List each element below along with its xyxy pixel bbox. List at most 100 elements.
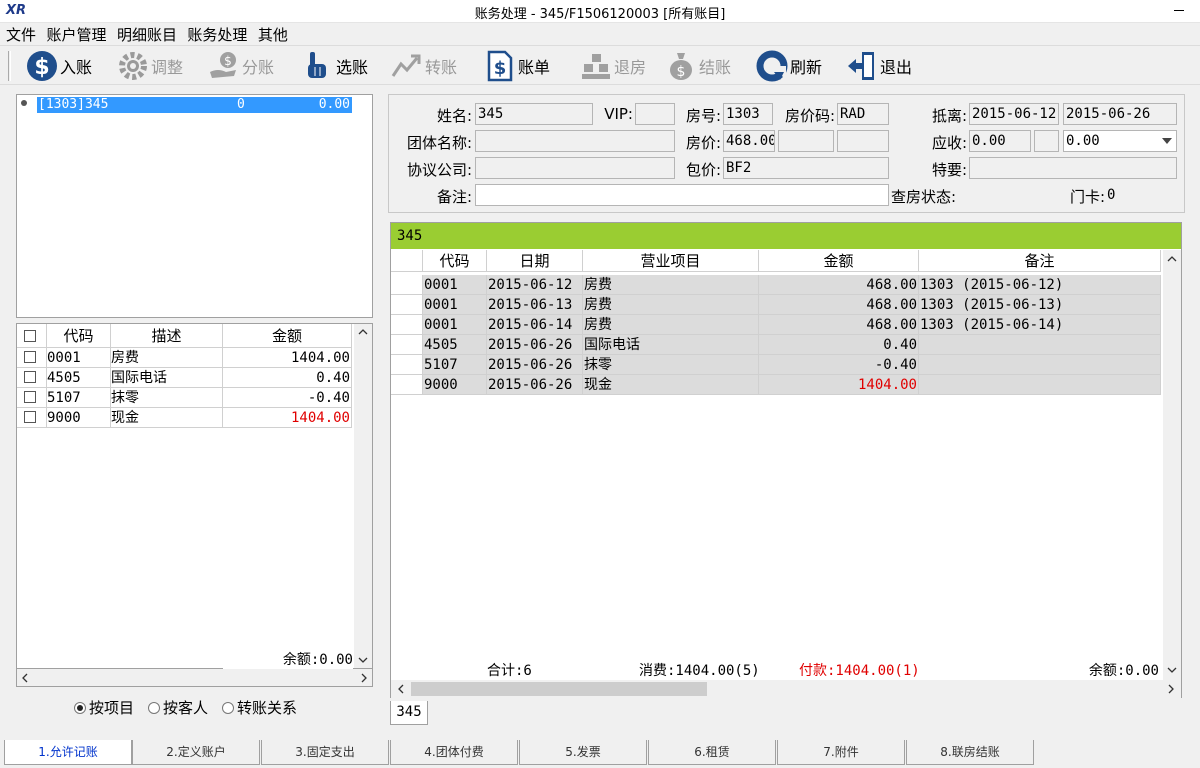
radio-by-item-dot[interactable] bbox=[74, 701, 86, 714]
tab-linked-room-settlement[interactable]: 8.联房结账 bbox=[906, 740, 1034, 765]
ledger-row-header[interactable] bbox=[391, 335, 423, 355]
account-tree[interactable]: [1303]345 0 0.00 bbox=[16, 94, 373, 318]
item-horizontal-scrollbar[interactable] bbox=[16, 669, 373, 687]
chevron-down-icon[interactable] bbox=[1162, 138, 1172, 144]
tab-invoice[interactable]: 5.发票 bbox=[519, 740, 647, 765]
item-vertical-scrollbar[interactable] bbox=[354, 324, 372, 668]
tab-rental[interactable]: 6.租赁 bbox=[648, 740, 776, 765]
vip-field[interactable] bbox=[635, 103, 675, 125]
tab-fixed-expenses[interactable]: 3.固定支出 bbox=[261, 740, 389, 765]
ledger-scroll-thumb[interactable] bbox=[411, 682, 707, 696]
ledger-row-header[interactable] bbox=[391, 315, 423, 335]
menu-detail-entries[interactable]: 明细账目 bbox=[111, 23, 177, 45]
adjust-button[interactable]: 调整 bbox=[117, 49, 183, 83]
ledger-consume: 消费:1404.00(5) bbox=[639, 663, 760, 679]
ledger-amount-header[interactable]: 金额 bbox=[759, 250, 919, 272]
scroll-left-icon[interactable] bbox=[21, 673, 29, 683]
rate-code-field[interactable]: RAD bbox=[837, 103, 889, 125]
radio-by-guest-dot[interactable] bbox=[148, 701, 161, 714]
ledger-horizontal-scrollbar[interactable] bbox=[391, 680, 1181, 698]
ledger-item-header[interactable]: 营业项目 bbox=[583, 250, 759, 272]
select-all-header[interactable] bbox=[17, 324, 47, 348]
price-extra-field-1[interactable] bbox=[778, 130, 834, 152]
menu-account-processing[interactable]: 账务处理 bbox=[181, 23, 247, 45]
scroll-left-icon[interactable] bbox=[397, 684, 405, 694]
depart-date-field[interactable]: 2015-06-26 bbox=[1063, 103, 1177, 125]
ledger-date-header[interactable]: 日期 bbox=[487, 250, 583, 272]
split-button[interactable]: $ 分账 bbox=[208, 49, 274, 83]
amount-header[interactable]: 金额 bbox=[223, 324, 352, 348]
scroll-right-icon[interactable] bbox=[1167, 684, 1175, 694]
exit-button[interactable]: 退出 bbox=[846, 49, 912, 83]
arrive-date-field[interactable]: 2015-06-12 bbox=[969, 103, 1059, 125]
ledger-row-code: 0001 bbox=[423, 275, 487, 295]
receivable-field[interactable]: 0.00 bbox=[969, 130, 1031, 152]
code-header[interactable]: 代码 bbox=[47, 324, 111, 348]
scroll-right-icon[interactable] bbox=[360, 673, 368, 683]
scroll-down-icon[interactable] bbox=[358, 656, 368, 664]
tab-define-accounts[interactable]: 2.定义账户 bbox=[132, 740, 260, 765]
ledger-row-header[interactable] bbox=[391, 375, 423, 395]
package-field[interactable]: BF2 bbox=[723, 157, 889, 179]
ledger-row-header[interactable] bbox=[391, 355, 423, 375]
ledger-row-header[interactable] bbox=[391, 275, 423, 295]
ledger-row-amount: 468.00 bbox=[759, 275, 919, 295]
checkout-boxes-icon bbox=[582, 54, 610, 79]
company-field[interactable] bbox=[475, 157, 675, 179]
item-row-checkbox[interactable] bbox=[24, 371, 36, 383]
item-row-checkbox-cell[interactable] bbox=[17, 348, 47, 368]
menu-account-management[interactable]: 账户管理 bbox=[40, 23, 106, 45]
minimize-button[interactable] bbox=[1168, 0, 1190, 20]
price-extra-field-2[interactable] bbox=[837, 130, 889, 152]
scroll-up-icon[interactable] bbox=[1167, 255, 1177, 263]
receivable-small-field[interactable] bbox=[1034, 130, 1059, 152]
ledger-code-header[interactable]: 代码 bbox=[423, 250, 487, 272]
ledger-row-code: 5107 bbox=[423, 355, 487, 375]
radio-by-item[interactable]: 按项目 bbox=[74, 697, 134, 718]
group-field[interactable] bbox=[475, 130, 675, 152]
ledger-row-header[interactable] bbox=[391, 295, 423, 315]
tab-group-payment[interactable]: 4.团体付费 bbox=[390, 740, 518, 765]
item-row-code: 9000 bbox=[47, 408, 111, 428]
item-row-checkbox[interactable] bbox=[24, 351, 36, 363]
tab-allow-posting[interactable]: 1.允许记账 bbox=[4, 740, 132, 765]
ledger-grid: 345 代码 日期 营业项目 金额 备注 0001 2015-06-12 房费 468… bbox=[390, 222, 1182, 698]
toolbar-grip[interactable] bbox=[8, 51, 11, 81]
ledger-row-amount: 468.00 bbox=[759, 295, 919, 315]
transfer-button[interactable]: 转账 bbox=[391, 49, 457, 83]
name-field[interactable]: 345 bbox=[475, 103, 593, 125]
item-row-checkbox[interactable] bbox=[24, 411, 36, 423]
receivable-select[interactable]: 0.00 bbox=[1063, 130, 1177, 152]
special-field[interactable] bbox=[969, 157, 1177, 179]
scroll-down-icon[interactable] bbox=[1167, 666, 1177, 674]
price-field[interactable]: 468.00 bbox=[723, 130, 775, 152]
menu-other[interactable]: 其他 bbox=[252, 23, 288, 45]
ledger-sheet-tab[interactable]: 345 bbox=[390, 701, 428, 725]
room-field[interactable]: 1303 bbox=[723, 103, 773, 125]
radio-transfer-relation-dot[interactable] bbox=[222, 701, 235, 714]
post-charge-button[interactable]: $ 入账 bbox=[26, 49, 92, 83]
settle-button[interactable]: $ 结账 bbox=[665, 49, 731, 83]
scroll-up-icon[interactable] bbox=[358, 328, 368, 336]
item-row-checkbox-cell[interactable] bbox=[17, 408, 47, 428]
account-row-selected[interactable]: [1303]345 0 0.00 bbox=[37, 97, 352, 113]
gear-icon bbox=[119, 52, 147, 80]
radio-transfer-relation[interactable]: 转账关系 bbox=[222, 697, 297, 718]
desc-header[interactable]: 描述 bbox=[111, 324, 223, 348]
bill-button[interactable]: $ 账单 bbox=[484, 49, 550, 83]
menu-file[interactable]: 文件 bbox=[0, 23, 36, 45]
tab-attachments[interactable]: 7.附件 bbox=[777, 740, 905, 765]
select-account-button[interactable]: 选账 bbox=[302, 49, 368, 83]
ledger-note-header[interactable]: 备注 bbox=[919, 250, 1161, 272]
select-all-checkbox[interactable] bbox=[24, 330, 36, 342]
item-row-checkbox[interactable] bbox=[24, 391, 36, 403]
ledger-payment: 付款:1404.00(1) bbox=[799, 663, 920, 679]
remark-field[interactable] bbox=[475, 184, 889, 206]
item-row-amount: 1404.00 bbox=[223, 408, 352, 428]
refresh-button[interactable]: 刷新 bbox=[756, 49, 822, 83]
item-row-checkbox-cell[interactable] bbox=[17, 368, 47, 388]
item-row-checkbox-cell[interactable] bbox=[17, 388, 47, 408]
radio-by-guest[interactable]: 按客人 bbox=[148, 697, 208, 718]
ledger-vertical-scrollbar[interactable] bbox=[1163, 250, 1181, 682]
checkout-button[interactable]: 退房 bbox=[580, 49, 646, 83]
